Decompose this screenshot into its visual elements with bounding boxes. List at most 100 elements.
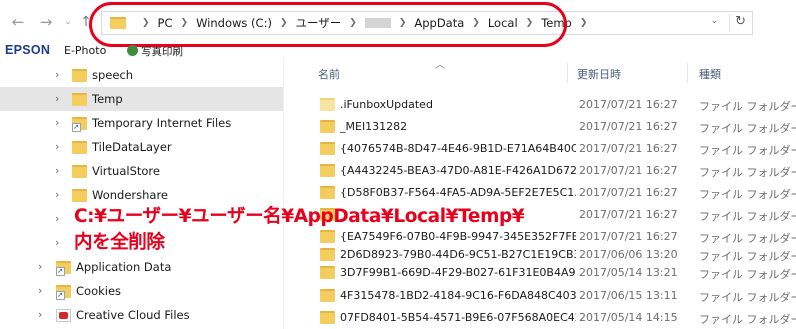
tree-item-virtualstore[interactable]: › VirtualStore (0, 159, 283, 183)
folder-icon (320, 120, 335, 133)
annotation-line-1: C:¥ユーザー¥ユーザー名¥AppData¥Local¥Temp¥ (74, 206, 525, 227)
file-name: 07FD8401-5B54-4571-B9E6-07F568A0EC42 (340, 311, 576, 324)
folder-icon (320, 230, 335, 243)
photo-print-icon[interactable] (127, 45, 138, 56)
folder-icon (320, 164, 335, 177)
tree-item-tiledatalayer[interactable]: › TileDataLayer (0, 135, 283, 159)
column-header-type[interactable]: 種類 (699, 66, 721, 82)
tree-item-application-data[interactable]: › Application Data (0, 255, 283, 279)
tree-item-label: TileDataLayer (92, 140, 172, 154)
folder-icon (72, 93, 87, 106)
file-row[interactable]: {A4432245-BEA3-47D0-A81E-F426A1D672... 2… (313, 160, 796, 180)
folder-icon (320, 248, 335, 261)
tree-item-temp[interactable]: › Temp (0, 87, 283, 111)
photo-print-link[interactable]: 写真印刷 (141, 44, 183, 59)
address-row: ← → ⌄ ↑ ❯ PC ❯ Windows (C:) ❯ ユーザー ❯ ❯ A… (0, 0, 796, 47)
folder-icon (72, 189, 87, 202)
file-row[interactable]: 4F315478-1BD2-4184-9C16-F6DA848C4035 201… (313, 285, 796, 305)
file-date: 2017/07/21 16:27 (579, 208, 678, 221)
folder-icon (72, 141, 87, 154)
highlight-ellipse (89, 2, 567, 47)
annotation-line-2: 内を全削除 (74, 232, 165, 253)
file-row[interactable]: 07FD8401-5B54-4571-B9E6-07F568A0EC42 201… (313, 307, 796, 327)
file-date: 2017/06/15 13:11 (579, 289, 678, 302)
file-date: 2017/07/21 16:27 (579, 230, 678, 243)
file-date: 2017/07/21 16:27 (579, 142, 678, 155)
file-date: 2017/05/14 14:15 (579, 311, 678, 324)
folder-icon (320, 186, 335, 199)
tree-item-label: Temp (92, 92, 123, 106)
address-dropdown-icon[interactable]: ⌄ (710, 16, 718, 26)
file-row[interactable]: {D58F0B37-F564-4FA5-AD9A-5EF2E7E5C1... 2… (313, 182, 796, 202)
tree-item-label: VirtualStore (92, 164, 160, 178)
column-header-name[interactable]: 名前 (318, 66, 340, 82)
back-arrow-icon[interactable]: ← (8, 12, 28, 32)
chevron-right-icon[interactable]: › (55, 68, 59, 81)
file-name: _MEI131282 (340, 120, 408, 133)
file-name: {4076574B-8D47-4E46-9B1D-E71A64B40C... (340, 142, 576, 155)
chevron-right-icon[interactable]: › (38, 284, 42, 297)
file-row[interactable]: .iFunboxUpdated 2017/07/21 16:27 ファイル フォ… (313, 94, 796, 114)
file-date: 2017/07/21 16:27 (579, 98, 678, 111)
chevron-right-icon[interactable]: › (55, 140, 59, 153)
file-type: ファイル フォルダー (699, 188, 796, 201)
file-row[interactable]: 3D7F99B1-669D-4F29-B027-61F31E0B4A97 201… (313, 262, 796, 282)
chevron-right-icon[interactable]: ❯ (580, 18, 588, 28)
tree-item-speech[interactable]: › speech (0, 63, 283, 87)
folder-icon (320, 311, 335, 324)
refresh-icon[interactable]: ↻ (735, 14, 746, 29)
file-type: ファイル フォルダー (699, 313, 796, 326)
file-type: ファイル フォルダー (699, 291, 796, 304)
ephoto-link[interactable]: E-Photo (64, 44, 106, 57)
chevron-right-icon[interactable]: › (55, 116, 59, 129)
file-name: {EA7549F6-07B0-4F9B-9947-345E352F7FE9} (340, 230, 576, 243)
divider (729, 14, 730, 32)
file-type: ファイル フォルダー (699, 210, 796, 223)
file-row[interactable]: 2D6D8923-79B0-44D6-9C51-B27C1E19CB38 201… (313, 244, 796, 264)
tree-item-label: Cookies (76, 284, 122, 298)
recent-locations-chevron-icon[interactable]: ⌄ (58, 12, 78, 32)
chevron-right-icon[interactable]: › (55, 236, 59, 249)
file-date: 2017/05/14 13:21 (579, 266, 678, 279)
chevron-right-icon[interactable]: › (55, 188, 59, 201)
chevron-right-icon[interactable]: › (55, 164, 59, 177)
chevron-right-icon[interactable]: › (55, 212, 59, 225)
file-type: ファイル フォルダー (699, 122, 796, 135)
tree-item-creative-cloud-files[interactable]: › Creative Cloud Files (0, 303, 283, 327)
shortcut-folder-icon (56, 261, 71, 276)
file-name: {D58F0B37-F564-4FA5-AD9A-5EF2E7E5C1... (340, 186, 576, 199)
file-type: ファイル フォルダー (699, 268, 796, 281)
folder-icon (72, 69, 87, 82)
tree-item-temporary-internet-files[interactable]: › Temporary Internet Files (0, 111, 283, 135)
file-list: ︿ 名前 更新日時 種類 .iFunboxUpdated 2017/07/21 … (295, 58, 796, 329)
file-row[interactable]: _MEI131282 2017/07/21 16:27 ファイル フォルダー (313, 116, 796, 136)
shortcut-folder-icon (56, 285, 71, 300)
tree-item-cookies[interactable]: › Cookies (0, 279, 283, 303)
column-header-modified[interactable]: 更新日時 (577, 66, 621, 82)
chevron-right-icon[interactable]: › (38, 260, 42, 273)
file-name: .iFunboxUpdated (340, 98, 433, 111)
file-date: 2017/07/21 16:27 (579, 164, 678, 177)
tree-item-label: Application Data (76, 260, 172, 274)
file-row[interactable]: {4076574B-8D47-4E46-9B1D-E71A64B40C... 2… (313, 138, 796, 158)
file-name: 4F315478-1BD2-4184-9C16-F6DA848C4035 (340, 289, 576, 302)
file-type: ファイル フォルダー (699, 166, 796, 179)
folder-icon (72, 165, 87, 178)
file-name: {A4432245-BEA3-47D0-A81E-F426A1D672... (340, 164, 576, 177)
column-divider[interactable] (567, 63, 568, 83)
file-date: 2017/07/21 16:27 (579, 186, 678, 199)
chevron-right-icon[interactable]: › (38, 308, 42, 321)
forward-arrow-icon[interactable]: → (36, 12, 56, 32)
file-type: ファイル フォルダー (699, 100, 796, 113)
shortcut-folder-icon (72, 117, 87, 132)
file-type: ファイル フォルダー (699, 144, 796, 157)
navigation-pane: › speech › Temp › Temporary Internet Fil… (0, 58, 283, 329)
tree-item-label: Temporary Internet Files (92, 116, 232, 130)
file-row[interactable]: {EA7549F6-07B0-4F9B-9947-345E352F7FE9} 2… (313, 226, 796, 246)
pane-splitter[interactable] (283, 58, 295, 329)
chevron-right-icon[interactable]: › (55, 92, 59, 105)
epson-logo[interactable]: EPSON (5, 43, 50, 57)
sort-ascending-icon: ︿ (435, 60, 445, 71)
folder-icon (320, 289, 335, 302)
column-divider[interactable] (687, 63, 688, 83)
